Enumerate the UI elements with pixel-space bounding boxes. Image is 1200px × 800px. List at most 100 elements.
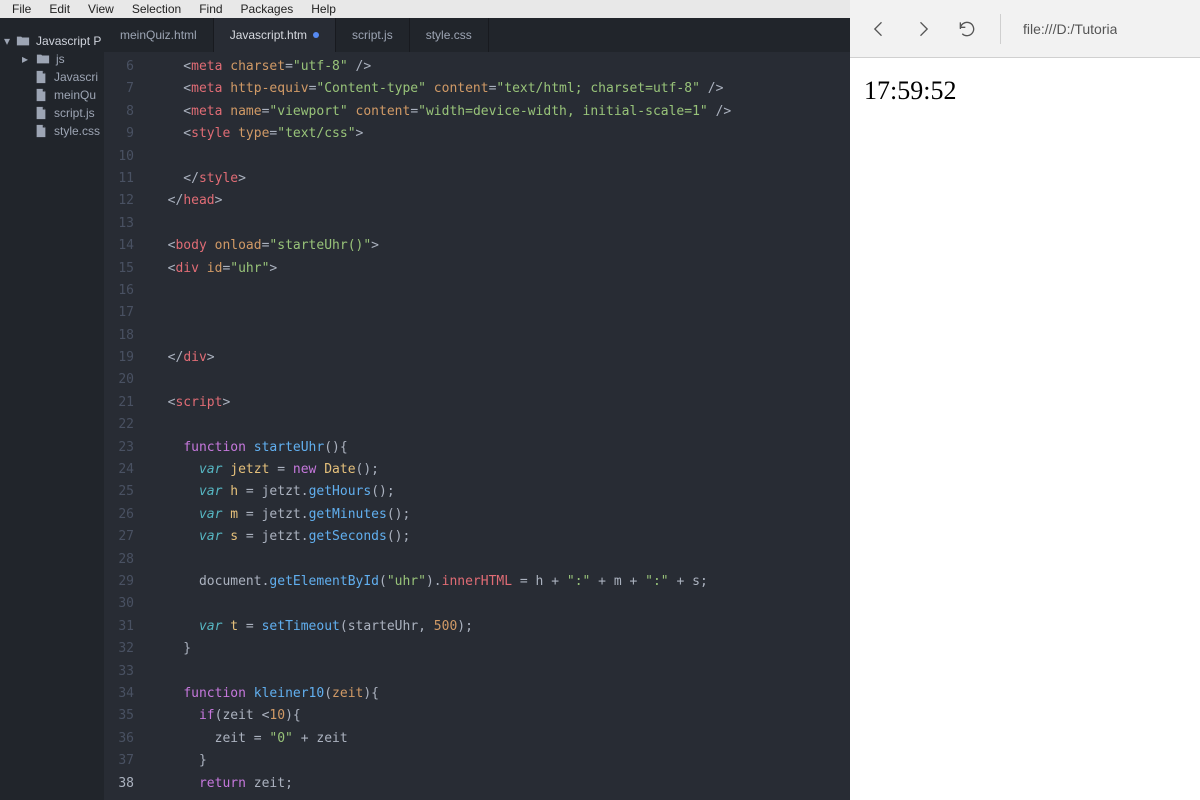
reload-button[interactable] (956, 18, 978, 40)
tab[interactable]: meinQuiz.html (104, 18, 214, 52)
tree-file[interactable]: style.css (0, 122, 104, 140)
code-line[interactable]: document.getElementById("uhr").innerHTML… (152, 571, 850, 593)
code-line[interactable]: <meta charset="utf-8" /> (152, 56, 850, 78)
code-line[interactable] (152, 661, 850, 683)
line-number: 37 (104, 750, 134, 772)
code-line[interactable] (152, 146, 850, 168)
line-number: 27 (104, 526, 134, 548)
line-number: 21 (104, 392, 134, 414)
code-line[interactable]: var t = setTimeout(starteUhr, 500); (152, 616, 850, 638)
code-line[interactable]: return zeit; (152, 773, 850, 795)
browser-window: file:///D:/Tutoria 17:59:52 (850, 0, 1200, 800)
code-line[interactable]: </head> (152, 190, 850, 212)
menu-selection[interactable]: Selection (124, 2, 189, 16)
code-line[interactable]: <body onload="starteUhr()"> (152, 235, 850, 257)
code-line[interactable] (152, 369, 850, 391)
back-button[interactable] (868, 18, 890, 40)
line-number: 8 (104, 101, 134, 123)
line-number: 17 (104, 302, 134, 324)
code-line[interactable]: } (152, 638, 850, 660)
file-icon (34, 88, 48, 102)
line-number: 6 (104, 56, 134, 78)
code-line[interactable]: } (152, 750, 850, 772)
code-source[interactable]: <meta charset="utf-8" /> <meta http-equi… (144, 52, 850, 800)
line-number: 19 (104, 347, 134, 369)
line-gutter: 6789101112131415161718192021222324252627… (104, 52, 144, 800)
line-number: 38 (104, 773, 134, 795)
code-line[interactable]: var h = jetzt.getHours(); (152, 481, 850, 503)
tree-file-label: Javascri (54, 70, 98, 84)
tree-file-label: meinQu (54, 88, 96, 102)
tab[interactable]: Javascript.htm (214, 18, 336, 52)
line-number: 22 (104, 414, 134, 436)
tab-label: script.js (352, 28, 393, 42)
code-line[interactable] (152, 549, 850, 571)
tree-root-label: Javascript P (36, 34, 101, 48)
menu-find[interactable]: Find (191, 2, 230, 16)
code-line[interactable]: zeit = "0" + zeit (152, 728, 850, 750)
code-line[interactable]: function starteUhr(){ (152, 437, 850, 459)
tree-folder-label: js (56, 52, 65, 66)
line-number: 11 (104, 168, 134, 190)
file-icon (34, 70, 48, 84)
line-number: 25 (104, 481, 134, 503)
code-line[interactable]: <style type="text/css"> (152, 123, 850, 145)
code-line[interactable] (152, 593, 850, 615)
code-line[interactable]: var s = jetzt.getSeconds(); (152, 526, 850, 548)
line-number: 14 (104, 235, 134, 257)
tab[interactable]: style.css (410, 18, 489, 52)
line-number: 13 (104, 213, 134, 235)
tree-file[interactable]: script.js (0, 104, 104, 122)
line-number: 15 (104, 258, 134, 280)
tree-file-label: style.css (54, 124, 100, 138)
code-line[interactable] (152, 325, 850, 347)
tree-folder[interactable]: ▸ js (0, 50, 104, 68)
tree-file[interactable]: Javascri (0, 68, 104, 86)
menu-packages[interactable]: Packages (233, 2, 302, 16)
code-line[interactable]: <meta http-equiv="Content-type" content=… (152, 78, 850, 100)
folder-icon (16, 34, 30, 48)
line-number: 36 (104, 728, 134, 750)
browser-toolbar: file:///D:/Tutoria (850, 0, 1200, 58)
menu-help[interactable]: Help (303, 2, 344, 16)
code-line[interactable]: if(zeit <10){ (152, 705, 850, 727)
line-number: 16 (104, 280, 134, 302)
url-bar[interactable]: file:///D:/Tutoria (1023, 21, 1117, 37)
tab-bar: meinQuiz.htmlJavascript.htm script.js styl… (104, 18, 850, 52)
code-line[interactable] (152, 280, 850, 302)
code-line[interactable] (152, 213, 850, 235)
tab[interactable]: script.js (336, 18, 410, 52)
line-number: 26 (104, 504, 134, 526)
line-number: 24 (104, 459, 134, 481)
code-line[interactable]: </div> (152, 347, 850, 369)
code-line[interactable] (152, 414, 850, 436)
line-number: 7 (104, 78, 134, 100)
line-number: 23 (104, 437, 134, 459)
menu-file[interactable]: File (4, 2, 39, 16)
tree-file-label: script.js (54, 106, 95, 120)
tree-file[interactable]: meinQu (0, 86, 104, 104)
menu-bar: FileEditViewSelectionFindPackagesHelp (0, 0, 850, 18)
line-number: 30 (104, 593, 134, 615)
line-number: 33 (104, 661, 134, 683)
separator (1000, 14, 1001, 44)
code-line[interactable]: var m = jetzt.getMinutes(); (152, 504, 850, 526)
code-line[interactable]: <meta name="viewport" content="width=dev… (152, 101, 850, 123)
editor-application: FileEditViewSelectionFindPackagesHelp ▾ … (0, 0, 850, 800)
code-editor[interactable]: 6789101112131415161718192021222324252627… (104, 52, 850, 800)
chevron-down-icon: ▾ (4, 34, 10, 48)
menu-edit[interactable]: Edit (41, 2, 78, 16)
code-line[interactable]: function kleiner10(zeit){ (152, 683, 850, 705)
menu-view[interactable]: View (80, 2, 122, 16)
file-icon (34, 124, 48, 138)
code-line[interactable]: var jetzt = new Date(); (152, 459, 850, 481)
dirty-indicator-icon (313, 32, 319, 38)
code-line[interactable] (152, 302, 850, 324)
tab-label: style.css (426, 28, 472, 42)
forward-button[interactable] (912, 18, 934, 40)
code-line[interactable]: <script> (152, 392, 850, 414)
tree-root[interactable]: ▾ Javascript P (0, 32, 104, 50)
code-line[interactable]: <div id="uhr"> (152, 258, 850, 280)
line-number: 28 (104, 549, 134, 571)
code-line[interactable]: </style> (152, 168, 850, 190)
